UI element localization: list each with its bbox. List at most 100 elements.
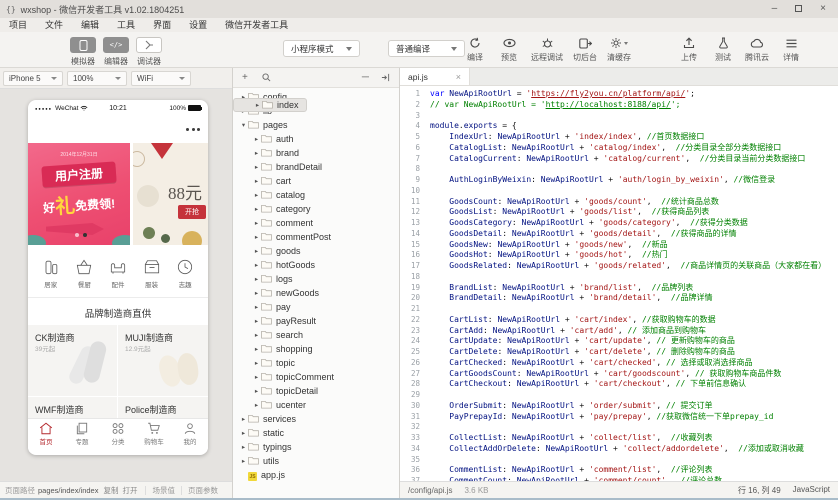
tree-item-utils[interactable]: ▸utils <box>233 454 399 468</box>
brand-tile[interactable]: MUJI制造商12.9元起 <box>118 325 208 396</box>
tree-item-shopping[interactable]: ▸shopping <box>233 342 399 356</box>
code-line[interactable]: 23 CartAdd: NewApiRootUrl + 'cart/add', … <box>400 326 838 337</box>
tree-item-catalog[interactable]: ▸catalog <box>233 188 399 202</box>
code-line[interactable]: 35 <box>400 455 838 466</box>
code-line[interactable]: 32 <box>400 422 838 433</box>
code-line[interactable]: 3 <box>400 111 838 122</box>
code-line[interactable]: 2// var NewApiRootUrl = 'http://localhos… <box>400 100 838 111</box>
compile-mode-select[interactable]: 普通编译 <box>388 40 465 57</box>
debugger-toggle[interactable]: 调试器 <box>119 37 179 67</box>
code-line[interactable]: 30 OrderSubmit: NewApiRootUrl + 'order/s… <box>400 401 838 412</box>
tree-item-topicComment[interactable]: ▸topicComment <box>233 370 399 384</box>
collapse-panel-icon[interactable] <box>381 72 390 83</box>
code-line[interactable]: 20 BrandDetail: NewApiRootUrl + 'brand/d… <box>400 293 838 304</box>
background-button[interactable]: 切后台 <box>573 36 597 63</box>
code-line[interactable]: 21 <box>400 304 838 315</box>
code-line[interactable]: 6 CatalogList: NewApiRootUrl + 'catalog/… <box>400 143 838 154</box>
tree-item-static[interactable]: ▸static <box>233 426 399 440</box>
mode-select[interactable]: 小程序模式 <box>283 40 360 57</box>
phone-tab-专题[interactable]: 专题 <box>64 419 100 452</box>
compile-button[interactable]: 编译 <box>463 36 487 63</box>
menu-item-界面[interactable]: 界面 <box>144 18 180 32</box>
code-line[interactable]: 19 BrandList: NewApiRootUrl + 'brand/lis… <box>400 283 838 294</box>
menu-item-设置[interactable]: 设置 <box>180 18 216 32</box>
code-line[interactable]: 25 CartDelete: NewApiRootUrl + 'cart/del… <box>400 347 838 358</box>
tree-item-goods[interactable]: ▸goods <box>233 244 399 258</box>
device-select[interactable]: iPhone 5 <box>3 71 63 86</box>
tree-item-commentPost[interactable]: ▸commentPost <box>233 230 399 244</box>
brand-tile[interactable]: Police制造商 <box>118 397 208 418</box>
open-link[interactable]: 打开 <box>122 485 137 496</box>
tree-item-typings[interactable]: ▸typings <box>233 440 399 454</box>
channel-服装[interactable]: 服装 <box>137 257 167 289</box>
code-line[interactable]: 7 CatalogCurrent: NewApiRootUrl + 'catal… <box>400 154 838 165</box>
tree-item-payResult[interactable]: ▸payResult <box>233 314 399 328</box>
code-line[interactable]: 28 CartCheckout: NewApiRootUrl + 'cart/c… <box>400 379 838 390</box>
channel-志趣[interactable]: 志趣 <box>170 257 200 289</box>
tree-item-app.js[interactable]: JSapp.js <box>233 468 399 482</box>
code-line[interactable]: 9 AuthLoginByWeixin: NewApiRootUrl + 'au… <box>400 175 838 186</box>
code-line[interactable]: 1var NewApiRootUrl = 'https://fly2you.cn… <box>400 89 838 100</box>
code-line[interactable]: 12 GoodsList: NewApiRootUrl + 'goods/lis… <box>400 207 838 218</box>
tree-item-pages[interactable]: ▾pages <box>233 118 399 132</box>
copy-link[interactable]: 复制 <box>103 485 118 496</box>
close-tab-icon[interactable]: × <box>456 72 461 82</box>
zoom-select[interactable]: 100% <box>67 71 127 86</box>
code-line[interactable]: 8 <box>400 164 838 175</box>
code-line[interactable]: 5 IndexUrl: NewApiRootUrl + 'index/index… <box>400 132 838 143</box>
code-line[interactable]: 4module.exports = { <box>400 121 838 132</box>
phone-tab-购物车[interactable]: 购物车 <box>136 419 172 452</box>
phone-tab-首页[interactable]: 首页 <box>28 419 64 452</box>
code-line[interactable]: 27 CartGoodsCount: NewApiRootUrl + 'cart… <box>400 369 838 380</box>
menu-item-微信开发者工具[interactable]: 微信开发者工具 <box>216 18 297 32</box>
tree-item-comment[interactable]: ▸comment <box>233 216 399 230</box>
tree-item-hotGoods[interactable]: ▸hotGoods <box>233 258 399 272</box>
close-button[interactable]: × <box>820 0 826 18</box>
banner-slide-register[interactable]: 2014年12月31日 用户注册 好礼免费领! <box>28 143 130 245</box>
channel-居家[interactable]: 居家 <box>36 257 66 289</box>
details-button[interactable]: 详情 <box>779 36 803 63</box>
upload-button[interactable]: 上传 <box>677 36 701 63</box>
code-line[interactable]: 34 CollectAddOrDelete: NewApiRootUrl + '… <box>400 444 838 455</box>
tree-item-topic[interactable]: ▸topic <box>233 356 399 370</box>
tree-item-search[interactable]: ▸search <box>233 328 399 342</box>
tab-api-js[interactable]: api.js × <box>400 68 470 85</box>
menu-item-编辑[interactable]: 编辑 <box>72 18 108 32</box>
minimize-button[interactable]: – <box>772 0 778 18</box>
tree-item-services[interactable]: ▸services <box>233 412 399 426</box>
code-line[interactable]: 29 <box>400 390 838 401</box>
cloud-button[interactable]: 腾讯云 <box>745 36 769 63</box>
code-line[interactable]: 17 GoodsRelated: NewApiRootUrl + 'goods/… <box>400 261 838 272</box>
brand-tile[interactable]: CK制造商39元起 <box>28 325 117 396</box>
tree-item-ucenter[interactable]: ▸ucenter <box>233 398 399 412</box>
menu-item-工具[interactable]: 工具 <box>108 18 144 32</box>
banner-slide-sale[interactable]: 88元 开抢 <box>133 143 208 245</box>
phone-tab-分类[interactable]: 分类 <box>100 419 136 452</box>
code-line[interactable]: 10 <box>400 186 838 197</box>
preview-button[interactable]: 预览 <box>497 36 521 63</box>
test-button[interactable]: 测试 <box>711 36 735 63</box>
remote-debug-button[interactable]: 远程调试 <box>531 36 563 63</box>
code-line[interactable]: 24 CartUpdate: NewApiRootUrl + 'cart/upd… <box>400 336 838 347</box>
clear-cache-button[interactable]: 清缓存 <box>607 36 631 63</box>
banner-carousel[interactable]: 2014年12月31日 用户注册 好礼免费领! 88元 开抢 <box>28 143 208 245</box>
code-line[interactable]: 33 CollectList: NewApiRootUrl + 'collect… <box>400 433 838 444</box>
code-line[interactable]: 15 GoodsNew: NewApiRootUrl + 'goods/new'… <box>400 240 838 251</box>
tree-item-logs[interactable]: ▸logs <box>233 272 399 286</box>
code-line[interactable]: 13 GoodsCategory: NewApiRootUrl + 'goods… <box>400 218 838 229</box>
tree-item-cart[interactable]: ▸cart <box>233 174 399 188</box>
phone-tab-我的[interactable]: 我的 <box>172 419 208 452</box>
tree-item-newGoods[interactable]: ▸newGoods <box>233 286 399 300</box>
tree-item-category[interactable]: ▸category <box>233 202 399 216</box>
tree-item-pay[interactable]: ▸pay <box>233 300 399 314</box>
tree-item-auth[interactable]: ▸auth <box>233 132 399 146</box>
code-line[interactable]: 22 CartList: NewApiRootUrl + 'cart/index… <box>400 315 838 326</box>
code-line[interactable]: 18 <box>400 272 838 283</box>
search-icon[interactable] <box>262 73 271 82</box>
code-area[interactable]: 1var NewApiRootUrl = 'https://fly2you.cn… <box>400 86 838 481</box>
code-line[interactable]: 26 CartChecked: NewApiRootUrl + 'cart/ch… <box>400 358 838 369</box>
channel-配件[interactable]: 配件 <box>103 257 133 289</box>
code-line[interactable]: 16 GoodsHot: NewApiRootUrl + 'goods/hot'… <box>400 250 838 261</box>
code-line[interactable]: 11 GoodsCount: NewApiRootUrl + 'goods/co… <box>400 197 838 208</box>
tree-item-topicDetail[interactable]: ▸topicDetail <box>233 384 399 398</box>
